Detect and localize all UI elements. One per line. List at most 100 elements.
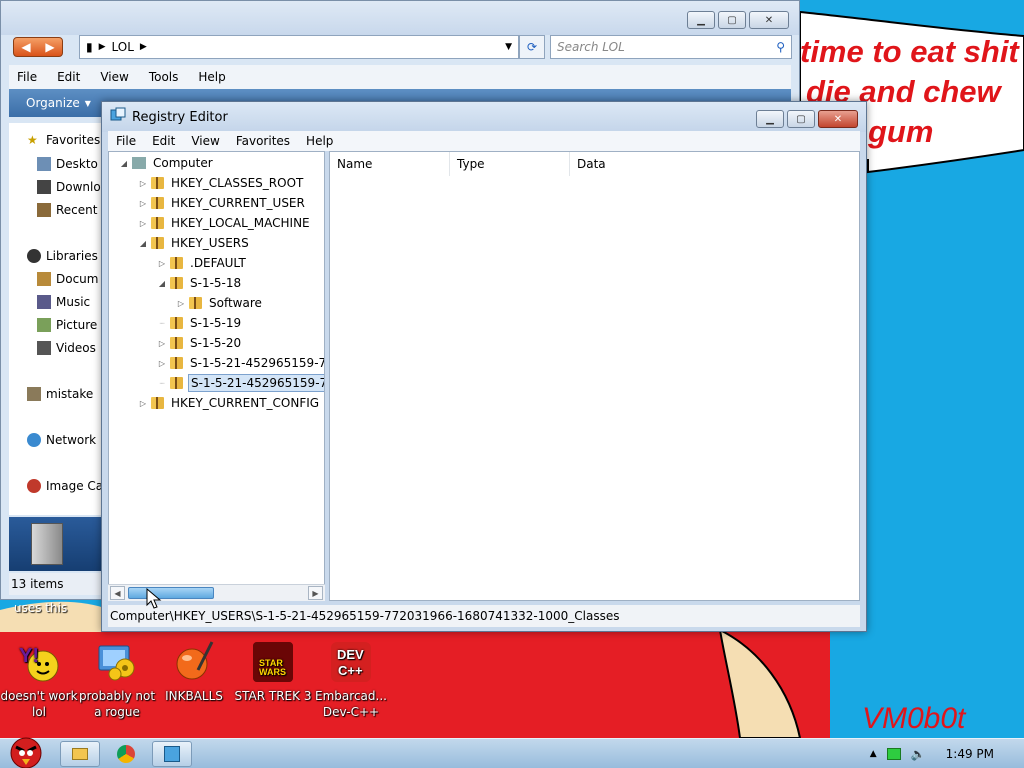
clock[interactable]: 1:49 PM	[946, 747, 994, 761]
expand-arrow-icon[interactable]: ▷	[157, 359, 167, 368]
nav-homegroup[interactable]: mistake	[27, 387, 93, 401]
minimize-button[interactable]: ▁	[687, 11, 715, 29]
folder-preview-icon	[31, 523, 63, 565]
menu-view[interactable]: View	[100, 70, 128, 84]
registry-values-list[interactable]: Name Type Data	[329, 151, 860, 601]
start-button[interactable]	[2, 731, 50, 768]
tree-node-s-1-5-20[interactable]: ▷ S-1-5-20	[157, 334, 243, 352]
close-button[interactable]: ✕	[749, 11, 789, 29]
nav-recent[interactable]: Recent	[37, 203, 97, 217]
menu-help[interactable]: Help	[198, 70, 225, 84]
search-input[interactable]: Search LOL ⚲	[550, 35, 792, 59]
maximize-button[interactable]: ▢	[718, 11, 746, 29]
address-bar[interactable]: ▮ ▶ LOL ▶ ▼	[79, 35, 519, 59]
explorer-titlebar[interactable]: ▁ ▢ ✕	[1, 1, 799, 35]
tree-node-hku[interactable]: ◢ HKEY_USERS	[138, 234, 251, 252]
nav-network[interactable]: Network	[27, 433, 96, 447]
refresh-button[interactable]: ⟳	[519, 35, 545, 59]
nav-libraries[interactable]: Libraries	[27, 249, 98, 263]
regedit-statusbar: Computer\HKEY_USERS\S-1-5-21-452965159-7…	[108, 605, 860, 627]
collapse-arrow-icon[interactable]: ◢	[157, 279, 167, 288]
desktop-icon-rogue[interactable]: probably not a rogue	[78, 640, 156, 720]
tree-node-label: Software	[209, 296, 262, 310]
nav-image-capture[interactable]: Image Ca	[27, 479, 103, 493]
tree-node-default[interactable]: ▷ .DEFAULT	[157, 254, 248, 272]
volume-icon[interactable]: 🔈	[911, 747, 926, 761]
expand-arrow-icon[interactable]: ▷	[157, 339, 167, 348]
folder-icon: ▮	[86, 40, 93, 54]
show-hidden-icons-icon[interactable]: ▲	[870, 749, 877, 759]
menu-tools[interactable]: Tools	[149, 70, 179, 84]
tree-node-hklm[interactable]: ▷ HKEY_LOCAL_MACHINE	[138, 214, 312, 232]
action-center-icon[interactable]	[886, 748, 901, 760]
nav-label: Music	[56, 295, 91, 309]
close-button[interactable]: ✕	[818, 110, 858, 128]
forward-arrow-icon[interactable]: ▶	[45, 40, 54, 54]
address-dropdown-icon[interactable]: ▼	[505, 42, 512, 52]
expand-arrow-icon[interactable]: ▷	[138, 199, 148, 208]
nav-videos[interactable]: Videos	[37, 341, 96, 355]
explorer-menubar: File Edit View Tools Help	[9, 65, 791, 89]
desktop-icon-yahoo[interactable]: Y! doesn't work lol	[0, 640, 78, 720]
camera-icon	[27, 479, 41, 493]
desktop-icon-inkballs[interactable]: INKBALLS	[155, 640, 233, 704]
scroll-right-arrow-icon[interactable]: ▶	[308, 586, 323, 600]
desktop-icon-devcpp[interactable]: DEV C++ Embarcad... Dev-C++	[312, 640, 390, 720]
tree-node-s-1-5-18[interactable]: ◢ S-1-5-18	[157, 274, 243, 292]
registry-key-tree[interactable]: ◢ Computer ▷ HKEY_CLASSES_ROOT ▷ HKEY_CU…	[108, 151, 325, 601]
scroll-left-arrow-icon[interactable]: ◀	[110, 586, 125, 600]
nav-favorites[interactable]: ★ Favorites	[27, 133, 100, 147]
collapse-arrow-icon[interactable]: ◢	[119, 159, 129, 168]
nav-pictures[interactable]: Picture	[37, 318, 97, 332]
nav-documents[interactable]: Docum	[37, 272, 98, 286]
expand-arrow-icon[interactable]: ▷	[138, 179, 148, 188]
tree-node-computer[interactable]: ◢ Computer	[119, 154, 215, 172]
taskbar-regedit-button[interactable]	[152, 741, 192, 767]
tree-node-s-1-5-21-a[interactable]: ▷ S-1-5-21-452965159-7	[157, 354, 324, 372]
regedit-titlebar[interactable]: Registry Editor ▁ ▢ ✕	[102, 102, 866, 132]
desktop-icon-label: Embarcad... Dev-C++	[315, 689, 387, 719]
tree-node-hkcc[interactable]: ▷ HKEY_CURRENT_CONFIG	[138, 394, 321, 412]
column-header-type[interactable]: Type	[450, 152, 570, 176]
collapse-arrow-icon[interactable]: ◢	[138, 239, 148, 248]
expand-arrow-icon[interactable]: ▷	[138, 219, 148, 228]
videos-icon	[37, 341, 51, 355]
tree-horizontal-scrollbar[interactable]: ◀ ▶	[108, 584, 325, 601]
tree-node-s-1-5-21-classes[interactable]: ┈ S-1-5-21-452965159-7	[157, 374, 324, 392]
nav-music[interactable]: Music	[37, 295, 90, 309]
menu-view[interactable]: View	[191, 134, 219, 148]
organize-button[interactable]: Organize	[26, 96, 80, 110]
nav-desktop[interactable]: Deskto	[37, 157, 98, 171]
menu-file[interactable]: File	[116, 134, 136, 148]
downloads-icon	[37, 180, 51, 194]
breadcrumb-item[interactable]: LOL	[112, 40, 134, 54]
breadcrumb-separator-icon: ▶	[98, 42, 106, 52]
registry-editor-window[interactable]: Registry Editor ▁ ▢ ✕ File Edit View Fav…	[101, 101, 867, 632]
tree-node-hkcr[interactable]: ▷ HKEY_CLASSES_ROOT	[138, 174, 305, 192]
menu-edit[interactable]: Edit	[57, 70, 80, 84]
menu-help[interactable]: Help	[306, 134, 333, 148]
column-header-name[interactable]: Name	[330, 152, 450, 176]
minimize-button[interactable]: ▁	[756, 110, 784, 128]
expand-arrow-icon[interactable]: ▷	[157, 259, 167, 268]
tree-node-label: HKEY_CURRENT_USER	[171, 196, 305, 210]
back-arrow-icon[interactable]: ◀	[21, 40, 30, 54]
tree-node-s-1-5-19[interactable]: ┈ S-1-5-19	[157, 314, 243, 332]
tree-node-hkcu[interactable]: ▷ HKEY_CURRENT_USER	[138, 194, 307, 212]
expand-arrow-icon[interactable]: ▷	[176, 299, 186, 308]
taskbar-chrome-button[interactable]	[106, 741, 146, 767]
desktop-icon-caption-partial: uses this	[14, 601, 68, 615]
back-forward-buttons[interactable]: ◀ ▶	[13, 37, 63, 57]
menu-favorites[interactable]: Favorites	[236, 134, 290, 148]
menu-file[interactable]: File	[17, 70, 37, 84]
tree-node-software[interactable]: ▷ Software	[176, 294, 264, 312]
menu-edit[interactable]: Edit	[152, 134, 175, 148]
nav-downloads[interactable]: Downlo	[37, 180, 101, 194]
regedit-menubar: File Edit View Favorites Help	[108, 131, 860, 151]
scrollbar-thumb[interactable]	[128, 587, 214, 599]
taskbar-explorer-button[interactable]	[60, 741, 100, 767]
desktop-icon-star-trek[interactable]: STAR WARS STAR TREK 3	[234, 640, 312, 704]
maximize-button[interactable]: ▢	[787, 110, 815, 128]
column-header-data[interactable]: Data	[570, 152, 859, 176]
expand-arrow-icon[interactable]: ▷	[138, 399, 148, 408]
